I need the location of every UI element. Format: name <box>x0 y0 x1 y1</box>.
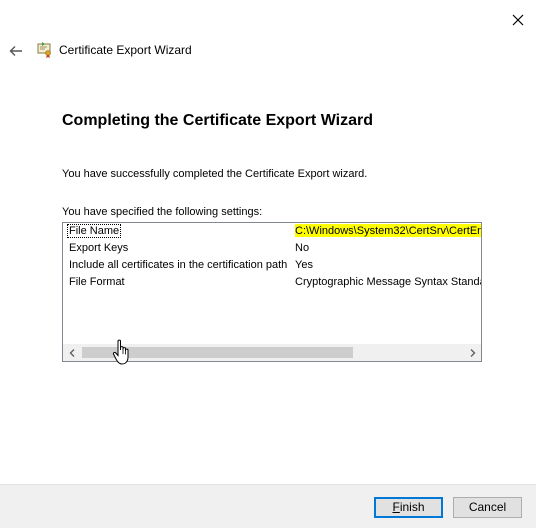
setting-value: Yes <box>295 259 313 271</box>
settings-row-include-all-certs[interactable]: Include all certificates in the certific… <box>63 257 481 274</box>
chevron-left-icon <box>69 348 74 357</box>
footer-bar: Finish Cancel <box>0 484 536 528</box>
settings-row-file-name[interactable]: File Name C:\Windows\System32\CertSrv\Ce… <box>63 223 481 240</box>
hand-cursor-icon <box>112 339 129 365</box>
back-button[interactable] <box>5 40 27 62</box>
back-arrow-icon <box>9 46 22 56</box>
scroll-left-button[interactable] <box>63 344 80 361</box>
close-icon <box>512 14 524 26</box>
finish-accelerator: F <box>392 500 400 514</box>
setting-key: Include all certificates in the certific… <box>69 259 288 271</box>
cancel-button[interactable]: Cancel <box>453 497 522 518</box>
success-message: You have successfully completed the Cert… <box>62 168 368 180</box>
chevron-right-icon <box>470 348 475 357</box>
close-button[interactable] <box>506 9 530 31</box>
settings-row-export-keys[interactable]: Export Keys No <box>63 240 481 257</box>
settings-label: You have specified the following setting… <box>62 206 263 218</box>
setting-value: Cryptographic Message Syntax Standard <box>295 276 482 288</box>
setting-key: Export Keys <box>69 242 129 254</box>
setting-value: No <box>295 242 310 254</box>
page-heading: Completing the Certificate Export Wizard <box>62 112 373 129</box>
finish-button[interactable]: Finish <box>374 497 443 518</box>
settings-row-file-format[interactable]: File Format Cryptographic Message Syntax… <box>63 274 481 291</box>
scroll-right-button[interactable] <box>464 344 481 361</box>
setting-key: File Format <box>69 276 125 288</box>
wizard-title: Certificate Export Wizard <box>59 43 192 57</box>
finish-label: inish <box>399 500 425 514</box>
certificate-icon <box>37 42 51 58</box>
setting-value: C:\Windows\System32\CertSrv\CertEnroll\ <box>295 224 481 237</box>
setting-key: File Name <box>66 224 122 238</box>
